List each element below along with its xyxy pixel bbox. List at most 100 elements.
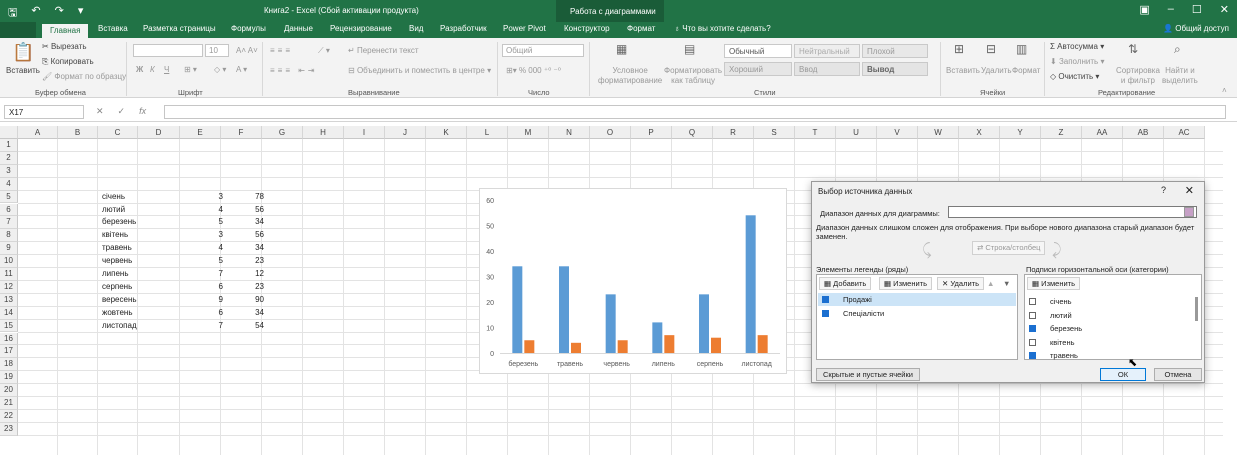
- wrap-text-button[interactable]: ↵ Перенести текст: [348, 46, 419, 55]
- column-header[interactable]: G: [262, 126, 303, 139]
- find-select-button[interactable]: Найти и выделить: [1162, 66, 1198, 86]
- row-header[interactable]: 22: [0, 409, 18, 423]
- cell-value-e[interactable]: 6: [183, 281, 223, 294]
- move-down-icon[interactable]: ▼: [1003, 279, 1010, 288]
- column-header[interactable]: W: [918, 126, 959, 139]
- cell-month[interactable]: жовтень: [102, 307, 132, 320]
- column-header[interactable]: L: [467, 126, 508, 139]
- bar-series-1[interactable]: [605, 294, 616, 353]
- tab-view[interactable]: Вид: [409, 24, 423, 33]
- format-as-table-button[interactable]: Форматировать как таблицу: [664, 66, 722, 86]
- row-header[interactable]: 8: [0, 229, 18, 243]
- column-header[interactable]: A: [18, 126, 58, 139]
- column-header[interactable]: N: [549, 126, 590, 139]
- cell-value-f[interactable]: 34: [224, 307, 264, 320]
- tab-review[interactable]: Рецензирование: [330, 24, 392, 33]
- column-header[interactable]: Q: [672, 126, 713, 139]
- cell-value-f[interactable]: 34: [224, 216, 264, 229]
- column-header[interactable]: E: [180, 126, 221, 139]
- tab-data[interactable]: Данные: [284, 24, 313, 33]
- row-header[interactable]: 14: [0, 306, 18, 320]
- cell-value-f[interactable]: 34: [224, 242, 264, 255]
- checkbox[interactable]: [822, 296, 829, 303]
- column-header[interactable]: K: [426, 126, 467, 139]
- font-grow-icon[interactable]: A˄ A˅: [236, 46, 258, 55]
- collapse-ribbon-icon[interactable]: ˄: [1222, 86, 1227, 95]
- font-size-box[interactable]: 10: [205, 44, 229, 57]
- column-header[interactable]: Y: [1000, 126, 1041, 139]
- edit-axis-button[interactable]: ▦ Изменить: [1027, 277, 1081, 290]
- cell-month[interactable]: липень: [102, 268, 129, 281]
- tab-developer[interactable]: Разработчик: [440, 24, 487, 33]
- tab-insert[interactable]: Вставка: [98, 24, 128, 33]
- insert-cells-icon[interactable]: ⊞: [954, 42, 964, 56]
- cell-month[interactable]: лютий: [102, 204, 125, 217]
- style-output[interactable]: Вывод: [862, 62, 928, 76]
- category-item[interactable]: лютий: [1029, 311, 1072, 320]
- category-item[interactable]: квітень: [1029, 338, 1075, 347]
- cell-month[interactable]: червень: [102, 255, 132, 268]
- cell-month[interactable]: травень: [102, 242, 132, 255]
- cut-button[interactable]: ✂ Вырезать: [42, 42, 87, 51]
- edit-series-button[interactable]: ▦ Изменить: [879, 277, 933, 290]
- category-item[interactable]: травень: [1029, 351, 1078, 360]
- collapse-range-icon[interactable]: [1184, 207, 1194, 217]
- column-header[interactable]: D: [138, 126, 180, 139]
- row-header[interactable]: 1: [0, 139, 18, 152]
- bar-series-1[interactable]: [559, 266, 569, 353]
- share-button[interactable]: 👤 Общий доступ: [1163, 24, 1229, 33]
- column-header[interactable]: AB: [1123, 126, 1164, 139]
- cell-month[interactable]: вересень: [102, 294, 137, 307]
- formula-input[interactable]: [164, 105, 1226, 119]
- underline-button[interactable]: Ч: [164, 65, 169, 74]
- name-box[interactable]: X17: [4, 105, 84, 119]
- number-format-box[interactable]: Общий: [502, 44, 584, 57]
- range-input[interactable]: [948, 206, 1197, 218]
- number-format-icons[interactable]: ⊞▾ % 000 ⁺⁰ ⁻⁰: [506, 66, 561, 75]
- paste-icon[interactable]: 📋: [12, 42, 34, 63]
- orientation-icon[interactable]: ⟋ ▾: [318, 46, 330, 56]
- save-icon[interactable]: 🖫: [8, 4, 17, 23]
- cell-value-f[interactable]: 90: [224, 294, 264, 307]
- cell-value-e[interactable]: 4: [183, 242, 223, 255]
- cell-value-f[interactable]: 56: [224, 204, 264, 217]
- tab-design[interactable]: Конструктор: [564, 24, 610, 33]
- bar-series-1[interactable]: [652, 322, 663, 353]
- column-header[interactable]: AA: [1082, 126, 1123, 139]
- row-header[interactable]: 5: [0, 190, 18, 204]
- italic-button[interactable]: К: [150, 65, 155, 74]
- ok-button[interactable]: ОК: [1100, 368, 1146, 381]
- cell-value-e[interactable]: 9: [183, 294, 223, 307]
- row-header[interactable]: 23: [0, 422, 18, 436]
- column-header[interactable]: P: [631, 126, 672, 139]
- help-button[interactable]: ?: [1161, 185, 1166, 195]
- format-painter-button[interactable]: 🖌 Формат по образцу: [42, 72, 126, 81]
- clear-button[interactable]: ◇ Очистить ▾: [1050, 72, 1099, 81]
- row-header[interactable]: 11: [0, 268, 18, 281]
- delete-cells-button[interactable]: Удалить: [981, 66, 1012, 75]
- cell-value-e[interactable]: 7: [183, 320, 223, 333]
- sort-filter-button[interactable]: Сортировка и фильтр: [1116, 66, 1160, 86]
- column-header[interactable]: H: [303, 126, 344, 139]
- row-header[interactable]: 2: [0, 151, 18, 165]
- row-header[interactable]: 20: [0, 384, 18, 397]
- row-header[interactable]: 7: [0, 216, 18, 230]
- minimize-icon[interactable]: –: [1168, 3, 1174, 16]
- conditional-format-button[interactable]: Условное форматирование: [598, 66, 662, 86]
- column-header[interactable]: J: [385, 126, 426, 139]
- row-header[interactable]: 18: [0, 358, 18, 372]
- bar-series-2[interactable]: [757, 335, 768, 353]
- row-header[interactable]: 3: [0, 164, 18, 178]
- horizontal-align-icons[interactable]: ≡≡≡ ⇤⇥: [270, 66, 318, 75]
- cell-value-f[interactable]: 12: [224, 268, 264, 281]
- fill-button[interactable]: ⬇ Заполнить ▾: [1050, 57, 1104, 66]
- cell-month[interactable]: березень: [102, 216, 136, 229]
- cell-value-e[interactable]: 6: [183, 307, 223, 320]
- fill-color-icon[interactable]: ◇ ▾: [214, 65, 226, 74]
- column-header[interactable]: X: [959, 126, 1000, 139]
- undo-icon[interactable]: ↶: [31, 4, 40, 23]
- ribbon-display-icon[interactable]: ▣: [1139, 3, 1149, 16]
- cell-value-e[interactable]: 5: [183, 216, 223, 229]
- row-header[interactable]: 19: [0, 371, 18, 385]
- series-item[interactable]: Спеціалісти: [818, 307, 1016, 320]
